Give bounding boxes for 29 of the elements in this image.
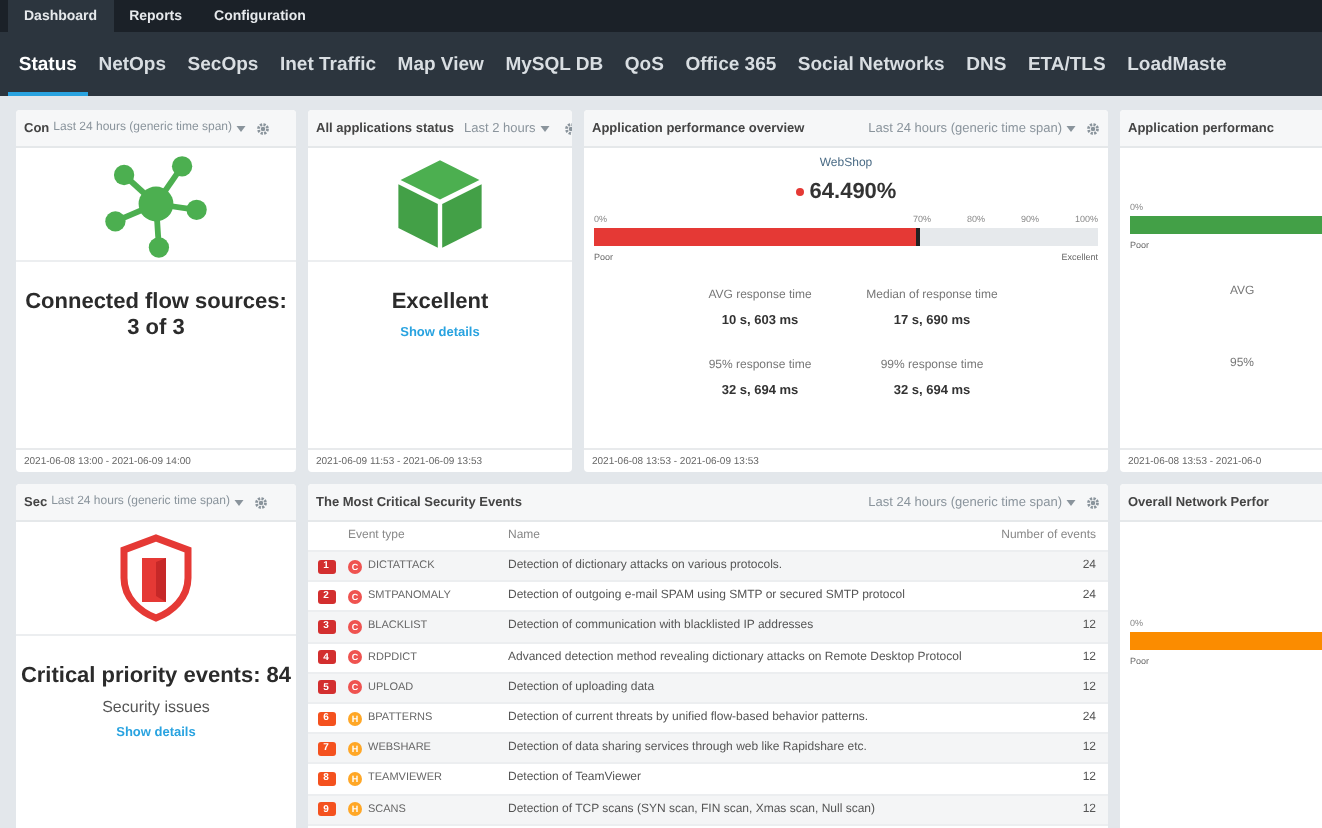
- settings-icon[interactable]: [1086, 495, 1100, 509]
- view-tab[interactable]: LoadMaste: [1116, 32, 1238, 96]
- caret-icon[interactable]: [233, 499, 244, 505]
- view-tab[interactable]: QoS: [614, 32, 675, 96]
- view-tab[interactable]: MySQL DB: [494, 32, 615, 96]
- status-text: Excellent: [391, 290, 489, 316]
- view-tab[interactable]: Status: [8, 32, 88, 96]
- headline-text: Critical priority events: 84: [20, 664, 292, 690]
- view-tab[interactable]: ETA/TLS: [1017, 32, 1117, 96]
- caret-icon[interactable]: [1066, 125, 1076, 131]
- settings-icon[interactable]: [256, 121, 271, 135]
- settings-icon[interactable]: [253, 495, 268, 509]
- view-tab[interactable]: SecOps: [176, 32, 270, 96]
- headline-text: Connected flow sources:: [25, 290, 287, 316]
- caret-icon[interactable]: [1066, 499, 1076, 505]
- view-tab[interactable]: NetOps: [87, 32, 177, 96]
- subtitle-text: Security issues: [102, 698, 210, 716]
- headline-text: 3 of 3: [127, 316, 185, 342]
- view-tab[interactable]: Inet Traffic: [269, 32, 387, 96]
- view-tab[interactable]: DNS: [955, 32, 1018, 96]
- view-tab[interactable]: Map View: [386, 32, 495, 96]
- caret-icon[interactable]: [236, 125, 247, 131]
- cube-icon: [396, 158, 484, 250]
- view-tab[interactable]: Office 365: [674, 32, 788, 96]
- caret-icon[interactable]: [539, 125, 550, 131]
- settings-icon[interactable]: [1086, 121, 1100, 135]
- view-tab[interactable]: Social Networks: [787, 32, 956, 96]
- shield-icon: [120, 534, 192, 622]
- score-value: 64.490%: [809, 180, 897, 204]
